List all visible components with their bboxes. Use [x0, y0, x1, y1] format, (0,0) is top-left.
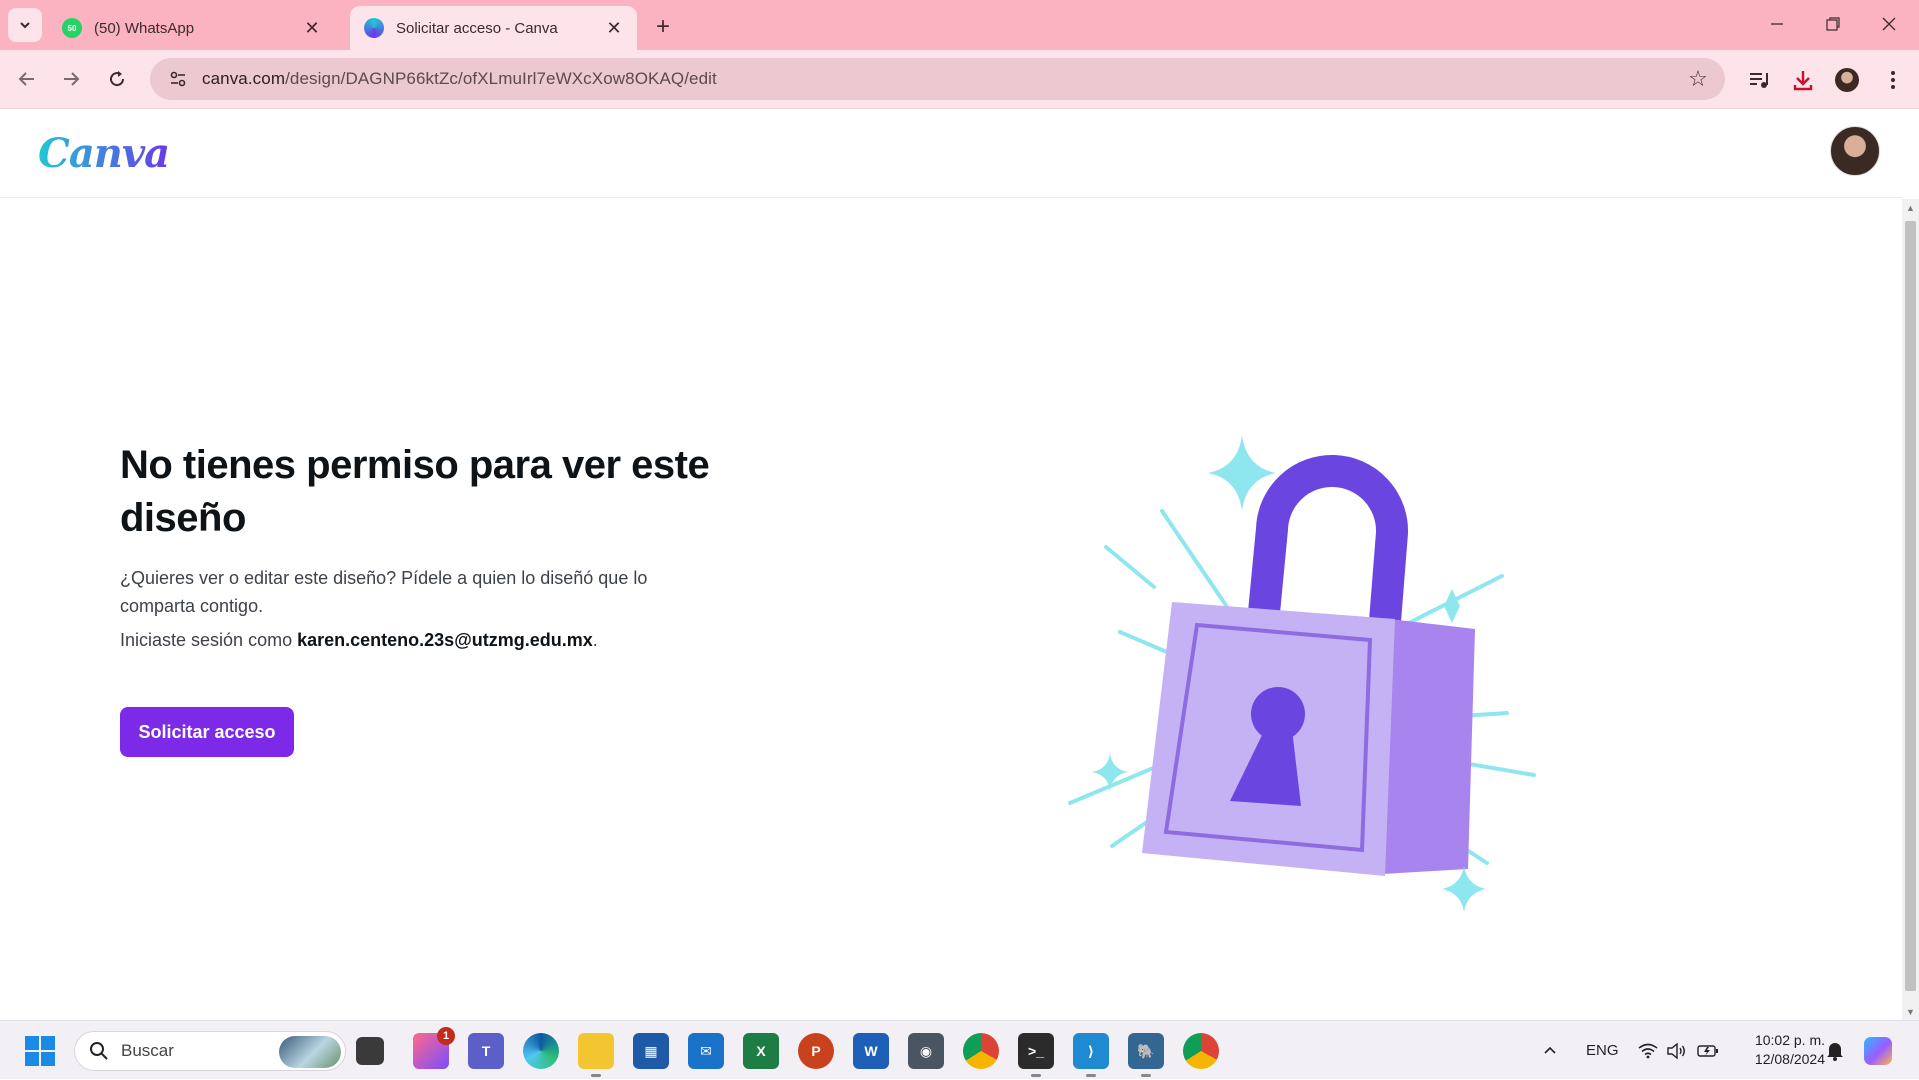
scrollbar-thumb[interactable]	[1905, 221, 1916, 991]
edge-browser-icon[interactable]	[523, 1033, 559, 1069]
tab-title: Solicitar acceso - Canva	[396, 19, 558, 37]
arrow-left-icon	[18, 72, 34, 86]
request-access-button[interactable]: Solicitar acceso	[120, 707, 294, 757]
close-icon[interactable]: ✕	[603, 17, 625, 39]
canva-favicon-icon	[364, 18, 384, 38]
search-label: Buscar	[121, 1041, 174, 1060]
postgresql-icon[interactable]: 🐘	[1128, 1033, 1164, 1077]
url-domain: canva.com	[202, 69, 286, 88]
reload-icon	[110, 71, 125, 87]
chrome-icon[interactable]	[963, 1033, 999, 1069]
access-denied-page: No tienes permiso para ver este diseño ¿…	[0, 199, 1902, 1020]
padlock-illustration	[1068, 435, 1536, 912]
mail-icon[interactable]: ✉	[688, 1033, 724, 1069]
whatsapp-icon: 50	[62, 18, 82, 38]
copilot-app-icon[interactable]: 1	[413, 1027, 455, 1069]
terminal-icon[interactable]: >_	[1018, 1033, 1054, 1077]
vscode-icon[interactable]: ⟩	[1073, 1033, 1109, 1077]
profile-avatar[interactable]	[1831, 64, 1863, 96]
canva-logo[interactable]: Canva	[38, 130, 170, 177]
clock-date: 12/08/2024	[1754, 1051, 1825, 1067]
close-icon	[1882, 17, 1896, 31]
tab-search-button[interactable]	[8, 8, 42, 42]
restore-button[interactable]	[1808, 6, 1858, 42]
tab-canva[interactable]: Solicitar acceso - Canva ✕	[350, 6, 637, 50]
browser-tab-bar: 50 (50) WhatsApp ✕ Solicitar acceso - Ca…	[0, 0, 1919, 50]
plus-icon: +	[655, 13, 670, 40]
canva-header: Canva	[0, 110, 1902, 198]
windows-start-icon[interactable]	[24, 1035, 56, 1067]
reload-button[interactable]	[98, 60, 136, 98]
notification-badge: 1	[437, 1027, 455, 1045]
minimize-button[interactable]	[1752, 6, 1802, 42]
scroll-down-arrow-icon[interactable]: ▼	[1902, 1003, 1919, 1020]
signed-in-prefix: Iniciaste sesión como	[120, 630, 293, 650]
restore-icon	[1826, 17, 1840, 31]
taskbar-search-box[interactable]: Buscar	[74, 1031, 346, 1071]
tab-title: (50) WhatsApp	[94, 19, 195, 37]
windows-taskbar: Buscar 1 T ▦ ✉ X P W ◉ >_ ⟩ 🐘 ENG 10:02 …	[0, 1020, 1919, 1079]
minimize-icon	[1771, 23, 1783, 25]
close-window-button[interactable]	[1864, 6, 1914, 42]
signed-in-info: Iniciaste sesión como karen.centeno.23s@…	[120, 630, 598, 651]
wifi-icon[interactable]	[1638, 1021, 1658, 1080]
search-highlight-image	[279, 1036, 341, 1068]
bookmark-star-icon[interactable]: ☆	[1685, 66, 1711, 92]
close-icon[interactable]: ✕	[301, 17, 323, 39]
file-explorer-icon[interactable]	[578, 1033, 614, 1077]
new-tab-button[interactable]: +	[648, 12, 678, 42]
page-scrollbar[interactable]: ▲ ▼	[1902, 199, 1919, 1020]
forward-button[interactable]	[52, 60, 90, 98]
url-path: /design/DAGNP66ktZc/ofXLmuIrl7eWXcXow8OK…	[285, 69, 717, 88]
media-controls-icon[interactable]	[1743, 64, 1775, 96]
chrome-active-icon[interactable]	[1183, 1033, 1219, 1069]
more-menu-icon[interactable]	[1877, 64, 1909, 96]
page-title: No tienes permiso para ver este diseño	[120, 443, 710, 540]
arrow-right-icon	[64, 72, 80, 86]
battery-icon[interactable]	[1697, 1021, 1719, 1080]
signed-in-email: karen.centeno.23s@utzmg.edu.mx	[297, 630, 593, 650]
language-indicator[interactable]: ENG	[1586, 1021, 1619, 1080]
back-button[interactable]	[8, 60, 46, 98]
system-clock[interactable]: 10:02 p. m. 12/08/2024	[1735, 1031, 1825, 1069]
lock-side	[1382, 619, 1475, 874]
notification-bell-icon[interactable]	[1826, 1021, 1844, 1080]
volume-icon[interactable]	[1666, 1021, 1686, 1080]
copilot-tray-icon[interactable]	[1864, 1021, 1892, 1080]
search-icon	[90, 1042, 108, 1060]
microsoft-store-icon[interactable]: ▦	[633, 1033, 669, 1069]
camera-icon[interactable]: ◉	[908, 1033, 944, 1069]
tab-whatsapp[interactable]: 50 (50) WhatsApp ✕	[48, 6, 335, 50]
signed-in-suffix: .	[592, 630, 598, 650]
scroll-up-arrow-icon[interactable]: ▲	[1902, 199, 1919, 216]
task-view-icon[interactable]	[356, 1037, 384, 1065]
excel-icon[interactable]: X	[743, 1033, 779, 1069]
show-hidden-icons-chevron-icon[interactable]	[1542, 1021, 1558, 1080]
word-icon[interactable]: W	[853, 1033, 889, 1069]
address-bar[interactable]: canva.com/design/DAGNP66ktZc/ofXLmuIrl7e…	[150, 58, 1725, 100]
browser-toolbar: canva.com/design/DAGNP66ktZc/ofXLmuIrl7e…	[0, 50, 1919, 109]
access-description: ¿Quieres ver o editar este diseño? Pídel…	[120, 568, 648, 616]
powerpoint-icon[interactable]: P	[798, 1033, 834, 1069]
url-text[interactable]: canva.com/design/DAGNP66ktZc/ofXLmuIrl7e…	[202, 69, 717, 89]
teams-icon[interactable]: T	[468, 1033, 504, 1069]
chevron-down-icon	[20, 22, 30, 29]
clock-time: 10:02 p. m.	[1754, 1032, 1825, 1048]
avatar[interactable]	[1830, 126, 1880, 176]
site-info-icon[interactable]	[164, 65, 192, 93]
download-icon[interactable]	[1787, 64, 1819, 96]
